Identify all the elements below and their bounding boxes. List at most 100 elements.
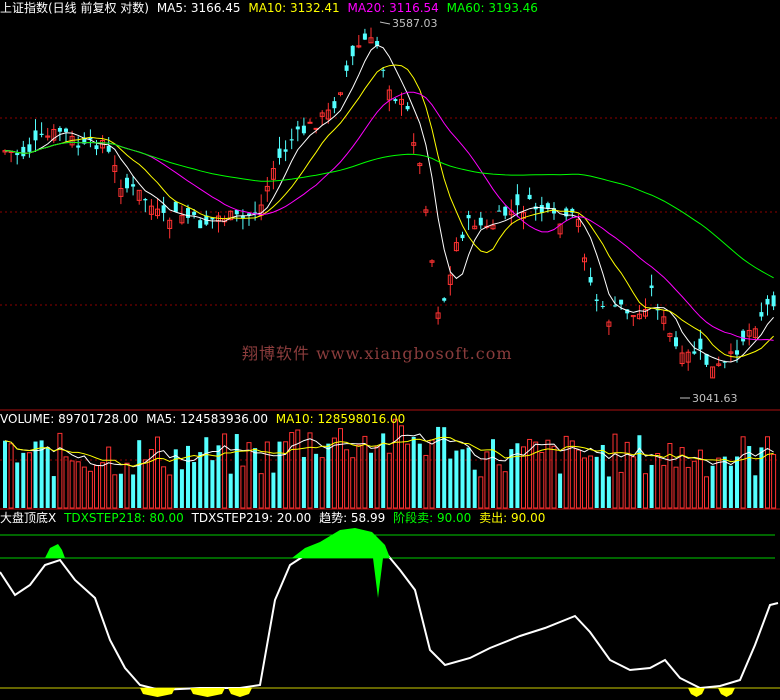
volume-bar: [569, 440, 575, 509]
volume-bar: [228, 473, 233, 508]
volume-bar: [75, 461, 81, 509]
volume-bar: [496, 464, 502, 509]
volume-ma5-label: MA5: 124583936.00: [146, 412, 268, 426]
volume-bar: [612, 433, 618, 509]
volume-bar: [606, 476, 611, 508]
candle-body: [619, 299, 624, 305]
ma5-label: MA5: 3166.45: [156, 1, 241, 15]
volume-bar: [26, 452, 32, 509]
volume-bar: [331, 437, 337, 509]
ma10-label: MA10: 3132.41: [248, 1, 340, 15]
volume-bar: [399, 425, 404, 509]
volume-bar: [63, 456, 69, 509]
candle-body: [332, 101, 337, 109]
volume-bar: [21, 452, 26, 508]
volume-bar: [515, 443, 520, 508]
volume-ma-line: [4, 436, 774, 467]
candle-body: [698, 338, 703, 350]
step218-label: TDXSTEP218: 80.00: [64, 511, 184, 525]
candle-body: [503, 206, 508, 216]
candle-body: [393, 99, 398, 102]
volume-bar: [240, 465, 246, 509]
candle-body: [405, 106, 410, 110]
volume-bar: [118, 473, 123, 508]
candle-body: [301, 125, 306, 134]
volume-ma-line: [4, 433, 774, 468]
volume-bar: [460, 449, 465, 508]
volume-bar: [618, 471, 624, 509]
volume-bar: [735, 456, 739, 508]
candle-body: [131, 184, 136, 187]
trend-label: 趋势: 58.99: [319, 511, 386, 525]
ma-line: [4, 141, 774, 279]
ma60-label: MA60: 3193.46: [446, 1, 538, 15]
volume-bar: [466, 447, 471, 508]
candle-body: [600, 306, 605, 308]
ma20-label: MA20: 3116.54: [347, 1, 439, 15]
volume-bar: [69, 460, 75, 509]
volume-bar: [204, 437, 209, 508]
candle-body: [692, 351, 697, 354]
candle-body: [381, 69, 386, 71]
candle-body: [57, 127, 62, 132]
volume-label: VOLUME: 89701728.00: [0, 412, 139, 426]
top-fill: [373, 558, 383, 598]
volume-bar: [588, 455, 594, 509]
volume-bar: [186, 445, 190, 508]
low-price-label: 3041.63: [692, 392, 738, 405]
volume-bar: [131, 474, 136, 508]
trend-line: [0, 543, 779, 692]
candle-body: [277, 148, 282, 158]
candle-body: [765, 298, 770, 305]
grid-lines: [0, 117, 780, 689]
candle-body: [759, 312, 764, 317]
volume-bar: [771, 454, 777, 509]
volume-bar: [637, 435, 642, 508]
volume-bar: [350, 457, 356, 509]
volume-bar: [661, 464, 667, 509]
volume-bar: [759, 447, 764, 508]
volume-bar: [429, 439, 435, 509]
candle-body: [478, 217, 483, 226]
candle-body: [21, 146, 26, 157]
candle-body: [143, 199, 148, 201]
volume-bar: [246, 442, 252, 509]
volume-bar: [722, 456, 727, 508]
volume-bar: [307, 432, 313, 509]
volume-bar: [137, 440, 142, 508]
volume-bar: [740, 436, 746, 509]
candle-body: [173, 201, 178, 212]
volume-bar: [423, 454, 429, 509]
watermark: 翔博软件 www.xiangbosoft.com: [242, 344, 513, 363]
candle-body: [125, 177, 129, 189]
candle-body: [192, 211, 197, 215]
volume-bar: [100, 462, 106, 509]
volume-bar: [582, 457, 587, 509]
volume-bar: [594, 456, 599, 508]
volume-bar: [15, 462, 20, 508]
volume-bars: [3, 418, 777, 509]
volume-bar: [253, 448, 258, 508]
volume-bar: [472, 469, 477, 508]
candle-body: [344, 65, 349, 71]
volume-bar: [295, 429, 301, 509]
candle-body: [27, 144, 32, 152]
candle-body: [15, 153, 20, 156]
volume-bar: [362, 435, 368, 509]
volume-bar: [747, 446, 752, 508]
volume-bar: [57, 432, 63, 509]
volume-bar: [112, 474, 118, 509]
volume-bar: [454, 450, 459, 508]
volume-bar: [289, 432, 295, 509]
volume-bar: [319, 457, 325, 509]
volume-bar: [216, 445, 221, 508]
volume-bar: [161, 466, 167, 509]
candle-body: [362, 33, 367, 40]
volume-bar: [655, 452, 661, 509]
bottom-fill: [190, 688, 225, 697]
volume-bar: [179, 469, 184, 508]
sell-label: 卖出: 90.00: [479, 511, 546, 525]
candle-body: [460, 234, 465, 239]
volume-bar: [673, 466, 679, 509]
volume-bar: [753, 475, 758, 508]
